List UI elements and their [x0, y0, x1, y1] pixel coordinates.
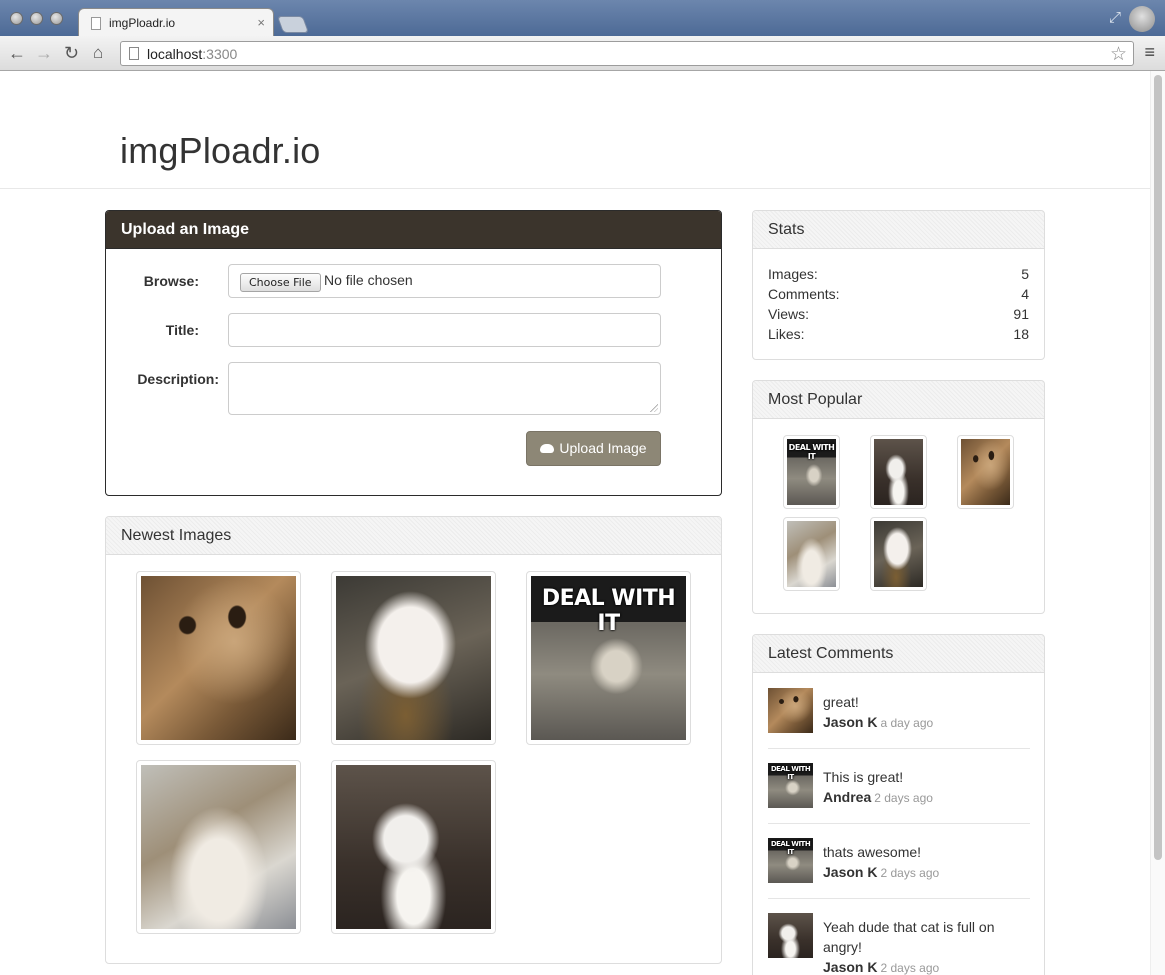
tab-close-icon[interactable]: ×: [257, 15, 265, 30]
popular-image-2[interactable]: [870, 435, 927, 509]
description-label: Description:: [137, 371, 219, 387]
stat-images: Images: 5: [768, 266, 1029, 282]
reload-icon[interactable]: ↻: [64, 42, 79, 64]
newest-images-heading: Newest Images: [106, 517, 721, 555]
most-popular-panel: Most Popular DEAL WITH IT: [752, 380, 1045, 614]
window-titlebar: imgPloadr.io × ⤢: [0, 0, 1165, 36]
back-arrow-icon[interactable]: ←: [8, 42, 26, 64]
cloud-upload-icon: [540, 444, 555, 453]
url-text[interactable]: localhost:3300: [147, 46, 237, 62]
upload-button-label: Upload Image: [559, 440, 647, 456]
comment-author: Andrea: [823, 789, 872, 805]
meme-caption: DEAL WITH IT: [788, 443, 835, 461]
comment-author: Jason K: [823, 714, 878, 730]
page-scrollbar[interactable]: [1150, 71, 1165, 975]
home-icon[interactable]: ⌂: [93, 42, 103, 64]
comment-author: Jason K: [823, 864, 878, 880]
upload-panel: Upload an Image Browse: Choose File No f…: [105, 210, 722, 496]
upload-panel-heading: Upload an Image: [106, 211, 721, 249]
file-input[interactable]: Choose File No file chosen: [228, 264, 661, 298]
browser-tab[interactable]: imgPloadr.io ×: [78, 8, 274, 36]
tab-title: imgPloadr.io: [109, 16, 176, 30]
comment-author: Jason K: [823, 959, 878, 975]
comment-divider: [768, 823, 1030, 824]
browser-menu-icon[interactable]: ≡: [1144, 42, 1155, 63]
title-field[interactable]: [228, 313, 661, 347]
minimize-window-icon[interactable]: [30, 12, 43, 25]
most-popular-heading: Most Popular: [753, 381, 1044, 419]
popular-image-1[interactable]: DEAL WITH IT: [783, 435, 840, 509]
newest-images-panel: Newest Images DEAL WITH IT: [105, 516, 722, 964]
newest-image-5[interactable]: [331, 760, 496, 934]
popular-image-4[interactable]: [783, 517, 840, 591]
page-favicon-icon: [91, 17, 101, 30]
comment-time: 2 days ago: [880, 866, 940, 880]
comment-time: 2 days ago: [874, 791, 933, 805]
fullscreen-icon[interactable]: ⤢: [1109, 9, 1121, 26]
bookmark-star-icon[interactable]: ☆: [1110, 43, 1127, 66]
comment-divider: [768, 898, 1030, 899]
comment-text: great!: [823, 694, 859, 710]
popular-image-3[interactable]: [957, 435, 1014, 509]
description-textarea[interactable]: [228, 362, 661, 415]
newest-image-2[interactable]: [331, 571, 496, 745]
popular-image-5[interactable]: [870, 517, 927, 591]
choose-file-button[interactable]: Choose File: [240, 273, 321, 292]
stat-likes: Likes: 18: [768, 326, 1029, 342]
stats-heading: Stats: [753, 211, 1044, 249]
comment-image-thumb[interactable]: DEAL WITH IT: [768, 763, 813, 808]
new-tab-button[interactable]: [276, 16, 310, 33]
title-label: Title:: [165, 322, 199, 338]
site-title[interactable]: imgPloadr.io: [120, 130, 321, 172]
newest-image-4[interactable]: [136, 760, 301, 934]
comment-divider: [768, 748, 1030, 749]
newest-image-3[interactable]: DEAL WITH IT: [526, 571, 691, 745]
latest-comments-heading: Latest Comments: [753, 635, 1044, 673]
forward-arrow-icon[interactable]: →: [35, 42, 53, 64]
page-icon: [129, 47, 139, 60]
resize-grip-icon[interactable]: [650, 404, 658, 412]
upload-image-button[interactable]: Upload Image: [526, 431, 661, 466]
comment-text: This is great!: [823, 769, 904, 785]
page-viewport: imgPloadr.io Upload an Image Browse: Cho…: [0, 71, 1165, 975]
comment-image-thumb[interactable]: [768, 688, 813, 733]
address-bar[interactable]: localhost:3300 ☆: [120, 41, 1134, 66]
comment-time: 2 days ago: [880, 961, 940, 975]
zoom-window-icon[interactable]: [50, 12, 63, 25]
comment-image-thumb[interactable]: [768, 913, 813, 958]
browser-toolbar: ← → ↻ ⌂ localhost:3300 ☆ ≡: [0, 36, 1165, 71]
stat-comments: Comments: 4: [768, 286, 1029, 302]
browse-label: Browse:: [143, 273, 199, 289]
header-divider: [0, 188, 1150, 189]
file-status: No file chosen: [324, 272, 413, 288]
comment-image-thumb[interactable]: DEAL WITH IT: [768, 838, 813, 883]
latest-comments-panel: Latest Comments great! Jason Ka day ago …: [752, 634, 1045, 975]
close-window-icon[interactable]: [10, 12, 23, 25]
scrollbar-thumb[interactable]: [1154, 75, 1162, 860]
profile-avatar-icon[interactable]: [1129, 6, 1155, 32]
comment-text: Yeah dude that cat is full on angry!: [823, 919, 995, 955]
meme-caption: DEAL WITH IT: [541, 586, 676, 636]
newest-image-1[interactable]: [136, 571, 301, 745]
stats-panel: Stats Images: 5 Comments: 4 Views: 91 Likes…: [752, 210, 1045, 360]
stat-views: Views: 91: [768, 306, 1029, 322]
comment-time: a day ago: [880, 716, 934, 730]
comment-text: thats awesome!: [823, 844, 922, 860]
